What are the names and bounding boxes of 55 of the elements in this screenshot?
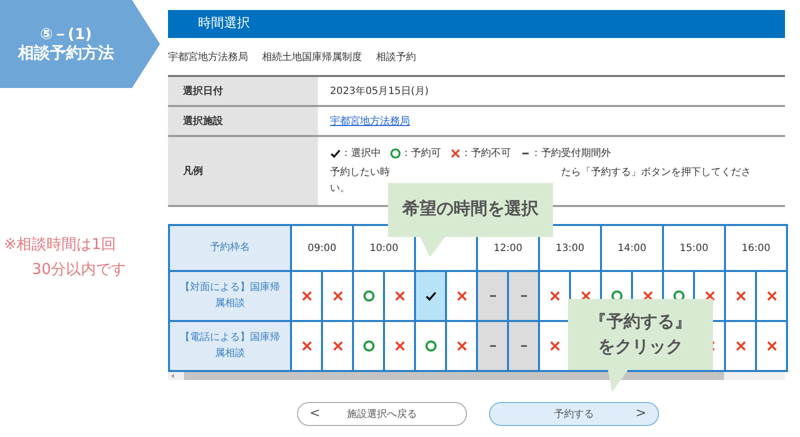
legend-label: ：予約不可 <box>461 146 511 160</box>
circle-icon <box>362 340 374 352</box>
breadcrumb-item: 宇都宮地方法務局 <box>168 50 248 65</box>
cross-icon <box>734 290 746 302</box>
row-label: 選択施設 <box>168 107 318 135</box>
side-note: ※相談時間は1回 30分以内です <box>3 234 128 280</box>
cross-icon <box>548 290 560 302</box>
circle-icon <box>610 290 622 302</box>
cross-icon <box>456 340 468 352</box>
cross-icon <box>580 290 592 302</box>
hint-tooltip: 『予約する』 をクリック <box>568 299 713 392</box>
legend-label: ：予約可 <box>401 146 441 160</box>
legend-label: ：予約受付期間外 <box>531 146 611 160</box>
cross-icon <box>548 340 560 352</box>
check-icon <box>330 148 341 158</box>
cross-icon <box>300 340 312 352</box>
page-title: 時間選択 <box>168 10 785 38</box>
time-header: 15:00 <box>664 226 726 272</box>
circle-icon <box>672 290 684 302</box>
row-label: 選択日付 <box>168 77 318 105</box>
column-header: 予約枠名 <box>170 226 292 272</box>
cross-icon <box>332 290 344 302</box>
legend-label: ：選択中 <box>341 146 381 160</box>
cross-icon <box>332 340 344 352</box>
instruction-text: 予約したい時 たら「予約する」ボタンを押下してください。 <box>330 166 752 196</box>
time-header: 14:00 <box>602 226 664 272</box>
circle-icon <box>424 340 436 352</box>
slot-name: 【対面による】国庫帰属相談 <box>170 272 292 322</box>
time-header: 16:00 <box>726 226 788 272</box>
step-number: ⑤－(1) <box>40 24 92 43</box>
cross-icon <box>394 290 406 302</box>
time-header: 09:00 <box>292 226 354 272</box>
section-title: 相談予約方法 <box>18 42 114 64</box>
reserve-button[interactable]: 予約する > <box>489 402 659 426</box>
cross-icon <box>642 290 654 302</box>
cross-icon <box>734 340 746 352</box>
slot-cell[interactable] <box>354 272 385 322</box>
cross-icon <box>394 340 406 352</box>
slot-name: 【電話による】国庫帰属相談 <box>170 322 292 372</box>
circle-icon <box>390 148 401 158</box>
cross-icon <box>766 340 778 352</box>
check-icon <box>424 290 436 302</box>
row-label: 凡例 <box>168 137 318 205</box>
row-value: 2023年05月15日(月) <box>330 84 429 98</box>
facility-link[interactable]: 宇都宮地方法務局 <box>330 114 410 128</box>
cross-icon <box>456 290 468 302</box>
cross-icon <box>450 148 461 158</box>
circle-icon <box>362 290 374 302</box>
cross-icon <box>766 290 778 302</box>
back-button[interactable]: < 施設選択へ戻る <box>297 402 467 426</box>
cross-icon <box>704 290 716 302</box>
breadcrumb-item: 相続土地国庫帰属制度 <box>262 50 362 65</box>
slot-cell[interactable] <box>416 272 447 322</box>
breadcrumb-item: 相談予約 <box>376 50 416 65</box>
cross-icon <box>300 290 312 302</box>
